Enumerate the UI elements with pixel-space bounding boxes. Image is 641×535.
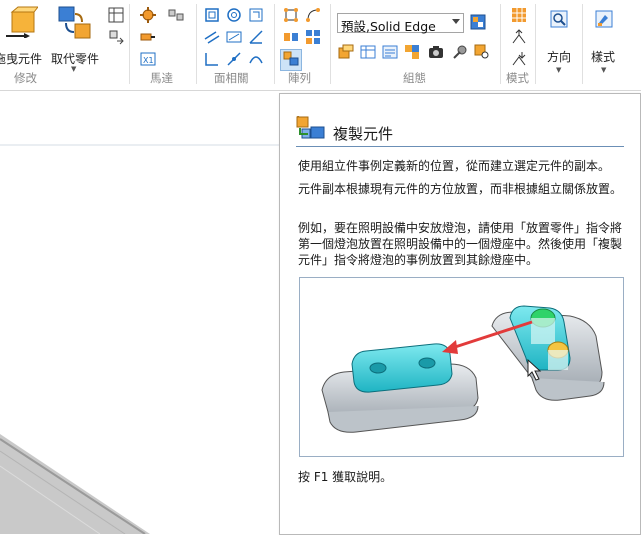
mode-grid-icon[interactable] xyxy=(511,7,527,23)
style-combobox-value: 預設,Solid Edge xyxy=(341,19,436,34)
divider xyxy=(535,4,536,84)
svg-text:X1: X1 xyxy=(143,56,154,65)
drag-component-button[interactable]: 拖曳元件 xyxy=(0,2,46,66)
config-assembly-icon[interactable] xyxy=(404,44,420,60)
config-table-icon[interactable] xyxy=(360,44,376,60)
copy-component-illustration xyxy=(321,305,605,433)
tooltip-help-hint: 按 F1 獲取說明。 xyxy=(298,470,393,484)
direction-label: 方向 xyxy=(547,50,572,64)
config-part-icon[interactable] xyxy=(338,44,354,60)
divider xyxy=(196,4,197,84)
chevron-down-icon: ▼ xyxy=(556,66,562,74)
divider xyxy=(330,4,331,84)
face-offset-icon[interactable] xyxy=(248,7,264,23)
divider xyxy=(296,146,624,147)
face-angle-icon[interactable] xyxy=(248,29,264,45)
camera-icon[interactable] xyxy=(428,44,444,60)
copy-component-icon xyxy=(283,51,299,66)
group-label-face-relate: 面相關 xyxy=(214,71,249,85)
face-edge-icon[interactable] xyxy=(204,51,220,67)
face-tangent-icon[interactable] xyxy=(226,29,242,45)
face-rect-icon[interactable] xyxy=(204,7,220,23)
tooltip-paragraph-1: 使用組立件事例定義新的位置，從而建立選定元件的副本。 xyxy=(298,159,611,173)
divider xyxy=(500,4,501,84)
ribbon: 拖曳元件 取代零件 ▼ 修改 X1 馬達 面相關 陣列 預設,Solid Edg… xyxy=(0,0,641,91)
pattern-duplicate-icon[interactable] xyxy=(305,29,321,45)
tooltip-paragraph-3: 例如，要在照明設備中安放燈泡，請使用「放置零件」指令將第一個燈泡放置在照明設備中… xyxy=(298,221,623,267)
motor-drive-icon[interactable] xyxy=(140,29,156,45)
face-axis-icon[interactable] xyxy=(226,51,242,67)
simulate-icon[interactable]: X1 xyxy=(140,51,156,67)
group-label-mode: 模式 xyxy=(506,71,529,85)
chevron-down-icon: ▼ xyxy=(601,66,607,74)
group-label-modify: 修改 xyxy=(14,71,37,85)
pattern-rect-icon[interactable] xyxy=(283,7,299,23)
style-label: 樣式 xyxy=(591,50,616,64)
zoom-part-icon[interactable] xyxy=(474,44,490,60)
tooltip-paragraph-2: 元件副本根據現有元件的方位放置，而非根據組立關係放置。 xyxy=(298,182,623,196)
motor-icon[interactable] xyxy=(140,7,156,23)
command-tooltip: 複製元件 使用組立件事例定義新的位置，從而建立選定元件的副本。 元件副本根據現有… xyxy=(279,93,641,535)
grid-toggle-icon[interactable] xyxy=(108,7,124,23)
face-parallel-icon[interactable] xyxy=(204,29,220,45)
style-settings-icon[interactable] xyxy=(470,14,486,30)
chevron-down-icon xyxy=(452,19,460,24)
pattern-curve-icon[interactable] xyxy=(305,7,321,23)
group-label-motor: 馬達 xyxy=(150,71,173,85)
copy-component-icon xyxy=(296,116,325,139)
direction-button[interactable]: 方向 ▼ xyxy=(541,2,577,82)
style-combobox[interactable]: 預設,Solid Edge xyxy=(337,13,464,34)
mode-down-icon[interactable] xyxy=(511,51,527,67)
style-button[interactable]: 樣式 ▼ xyxy=(586,2,622,82)
transfer-icon[interactable] xyxy=(108,29,124,45)
tooltip-illustration xyxy=(299,277,624,457)
config-list-icon[interactable] xyxy=(382,44,398,60)
group-label-pattern: 陣列 xyxy=(288,71,311,85)
pattern-mirror-icon[interactable] xyxy=(283,29,299,45)
direction-icon xyxy=(550,10,568,28)
drag-component-label: 拖曳元件 xyxy=(0,52,43,66)
drag-component-icon xyxy=(6,6,38,38)
viewpoint-icon[interactable] xyxy=(452,44,468,60)
tooltip-title: 複製元件 xyxy=(333,125,394,143)
divider xyxy=(274,4,275,84)
replace-part-icon xyxy=(58,6,91,39)
divider xyxy=(129,4,130,84)
motor-link-icon[interactable] xyxy=(168,7,184,23)
face-curve-icon[interactable] xyxy=(248,51,264,67)
style-icon xyxy=(595,10,613,28)
face-circle-icon[interactable] xyxy=(226,7,242,23)
replace-part-button[interactable]: 取代零件 ▼ xyxy=(50,2,102,73)
divider xyxy=(582,4,583,84)
mode-up-icon[interactable] xyxy=(511,29,527,45)
group-label-assemble: 組態 xyxy=(403,71,426,85)
chevron-down-icon: ▼ xyxy=(71,65,77,73)
